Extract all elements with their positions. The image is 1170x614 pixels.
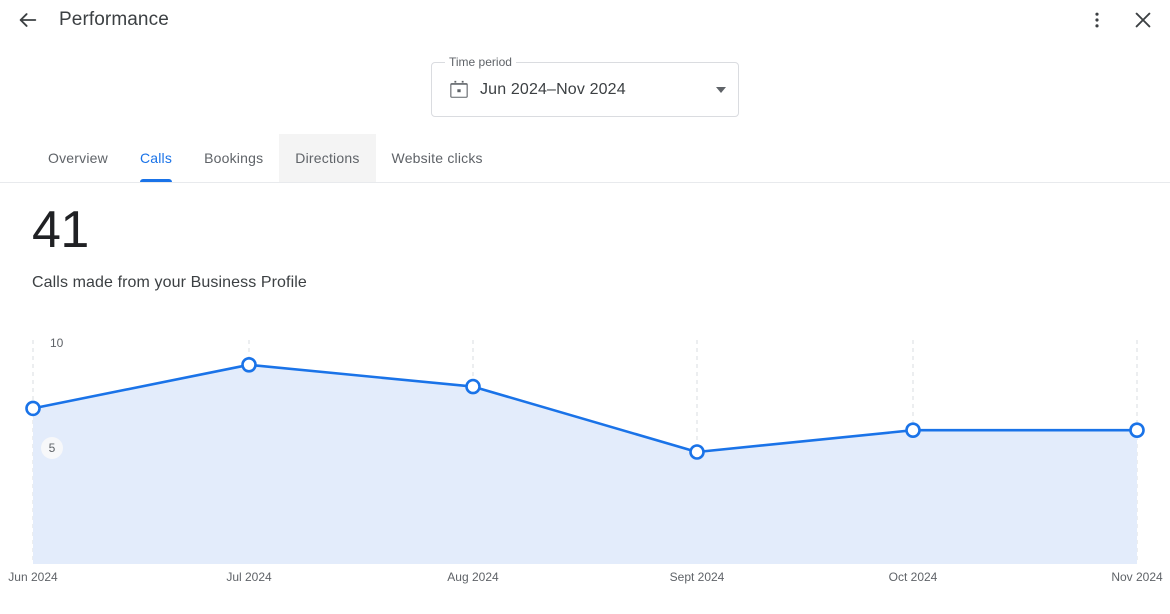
metric-summary: 41 Calls made from your Business Profile [32,200,307,292]
metric-value: 41 [32,201,89,259]
time-period-selector[interactable]: Time period Jun 2024–Nov 2024 [431,55,739,117]
metric-label: Calls made from your Business Profile [32,274,307,291]
chart-data-point[interactable] [465,378,481,395]
calendar-icon [448,79,470,101]
chart-data-point[interactable] [25,400,41,417]
page-title: Performance [59,9,169,30]
tab-directions-label: Directions [295,150,360,166]
x-axis-label: Oct 2024 [888,570,938,584]
chart-data-point[interactable] [689,444,705,460]
x-axis-label: Jul 2024 [226,570,272,584]
chart-area-fill [33,364,1137,564]
x-axis-label: Nov 2024 [1111,570,1163,584]
chart-data-point[interactable] [905,422,921,438]
x-axis-labels: Jun 2024 Jul 2024 Aug 2024 Sept 2024 Oct 202… [0,570,1170,590]
chevron-down-icon[interactable] [716,86,726,93]
back-arrow-icon[interactable] [14,6,42,34]
time-period-value: Jun 2024–Nov 2024 [480,80,626,98]
tab-calls[interactable]: Calls [124,134,188,182]
tab-calls-label: Calls [139,150,173,166]
more-vert-icon[interactable] [1084,7,1110,33]
x-axis-label: Sept 2024 [669,570,725,584]
tab-website-clicks-label: Website clicks [391,150,483,166]
close-icon[interactable] [1130,7,1156,33]
time-period-legend: Time period [445,55,516,69]
y-axis-tick-5: 5 [41,437,63,459]
chart-data-point[interactable] [1129,422,1145,438]
y-axis-tick-10: 10 [50,336,64,350]
metric-tabs: Overview Calls Bookings Directions Websi… [0,134,1170,183]
calls-line-chart: 10 5 Jun 2024 Jul 2024 Aug 2024 Sept 2024 Oc… [0,330,1170,614]
tab-overview[interactable]: Overview [32,134,124,182]
chart-data-point[interactable] [241,356,257,373]
tab-bookings-label: Bookings [204,150,264,166]
time-period-field[interactable]: Time period Jun 2024–Nov 2024 [431,55,739,117]
tab-website-clicks[interactable]: Website clicks [376,134,499,182]
header-actions [1084,7,1156,33]
app-header: Performance [0,0,1170,40]
tab-bookings[interactable]: Bookings [188,134,279,182]
tab-directions[interactable]: Directions [279,134,376,182]
tab-overview-label: Overview [48,150,108,166]
chart-canvas [25,340,1145,564]
x-axis-label: Jun 2024 [8,570,58,584]
x-axis-label: Aug 2024 [447,570,499,584]
